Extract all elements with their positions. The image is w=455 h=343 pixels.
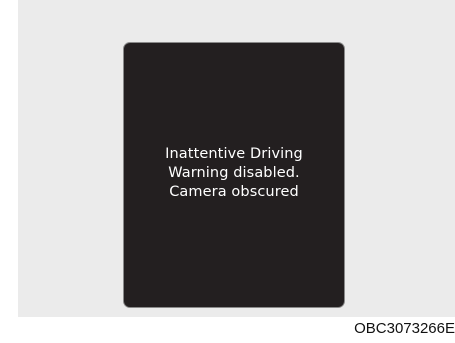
- figure: Inattentive Driving Warning disabled. Ca…: [0, 0, 455, 343]
- message-line-1: Inattentive Driving: [165, 145, 303, 162]
- warning-message: Inattentive Driving Warning disabled. Ca…: [134, 145, 334, 202]
- message-line-3: Camera obscured: [169, 183, 299, 200]
- figure-code: OBC3073266E: [354, 320, 455, 337]
- message-line-2: Warning disabled.: [168, 164, 300, 181]
- cluster-display: Inattentive Driving Warning disabled. Ca…: [124, 43, 344, 307]
